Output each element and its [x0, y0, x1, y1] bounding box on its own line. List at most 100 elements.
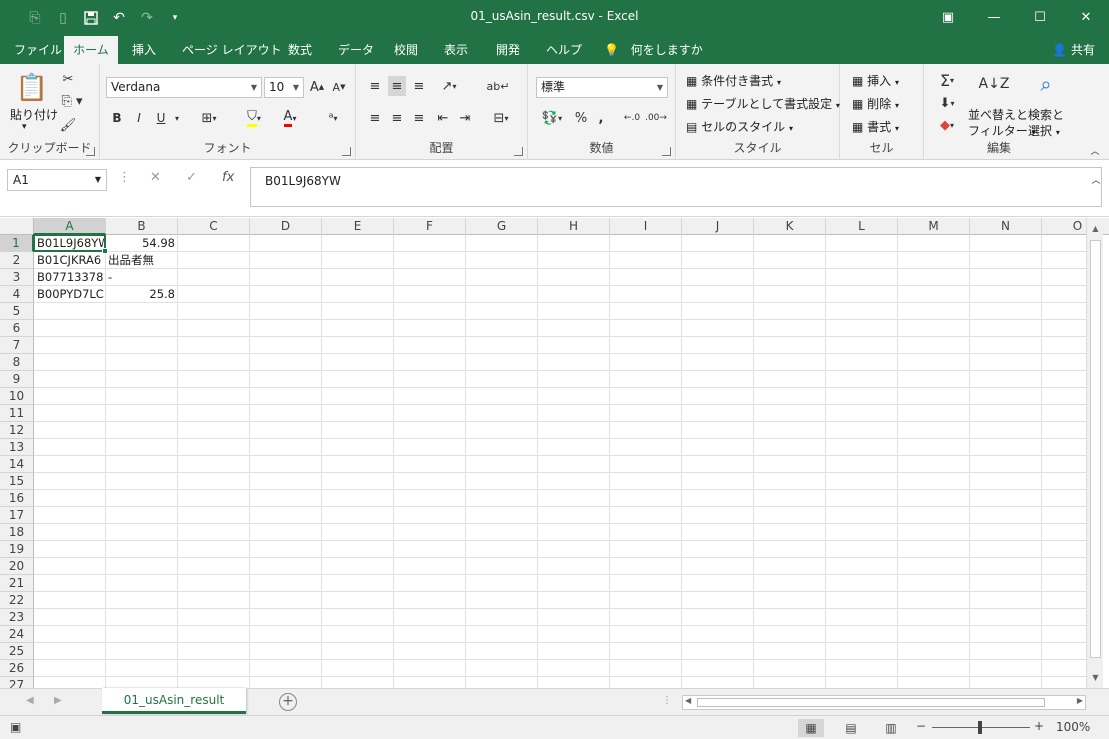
column-header-b[interactable]: B [106, 218, 178, 235]
maximize-icon[interactable]: ☐ [1017, 0, 1063, 34]
increase-indent-icon[interactable]: ⇥ [456, 108, 474, 128]
cell-b3[interactable]: - [106, 269, 177, 286]
column-header-n[interactable]: N [970, 218, 1042, 235]
column-header-l[interactable]: L [826, 218, 898, 235]
column-header-k[interactable]: K [754, 218, 826, 235]
format-painter-icon[interactable]: 🖌 [58, 116, 78, 134]
column-header-j[interactable]: J [682, 218, 754, 235]
currency-icon[interactable]: 💱 ▾ [536, 108, 568, 128]
row-header-27[interactable]: 27 [0, 677, 34, 688]
font-name-combo[interactable]: Verdana ▼ [106, 77, 262, 98]
cancel-icon[interactable]: ✕ [150, 170, 161, 185]
select-all-corner[interactable] [0, 218, 34, 235]
name-box[interactable]: A1 ▼ [7, 169, 107, 191]
enter-icon[interactable]: ✓ [186, 170, 197, 185]
scroll-thumb[interactable] [1090, 240, 1101, 658]
format-cells-button[interactable]: ▦ 書式 ▾ [852, 118, 899, 135]
horizontal-scrollbar[interactable]: ◀ ▶ [682, 695, 1086, 710]
paste-icon[interactable]: 📋 [14, 70, 50, 106]
share-button[interactable]: 👤 共有 [1052, 36, 1095, 64]
cell-styles-button[interactable]: ▤ セルのスタイル ▾ [686, 118, 793, 135]
row-header-8[interactable]: 8 [0, 354, 34, 371]
expand-formula-icon[interactable]: ︿ [1090, 173, 1102, 186]
cell-a3[interactable]: B07713378 [35, 269, 106, 286]
collapse-ribbon-icon[interactable]: ︿ [1088, 144, 1102, 157]
number-launcher-icon[interactable] [662, 147, 671, 156]
column-header-m[interactable]: M [898, 218, 970, 235]
cell-b1[interactable]: 54.98 [106, 235, 177, 252]
align-right-icon[interactable]: ≡ [410, 108, 428, 128]
scroll-down-icon[interactable]: ▼ [1087, 669, 1104, 686]
font-launcher-icon[interactable] [342, 147, 351, 156]
borders-icon[interactable]: ⊞ ▾ [194, 108, 224, 128]
row-header-11[interactable]: 11 [0, 405, 34, 422]
formula-input[interactable]: B01L9J68YW [250, 167, 1102, 207]
hscroll-thumb[interactable] [697, 698, 1045, 707]
increase-font-icon[interactable]: A ▲ [308, 77, 326, 97]
column-header-a[interactable]: A [34, 218, 106, 235]
paste-button[interactable]: 貼り付け [10, 106, 58, 123]
row-header-1[interactable]: 1 [0, 235, 34, 252]
delete-cells-button[interactable]: ▦ 削除 ▾ [852, 95, 899, 112]
row-header-6[interactable]: 6 [0, 320, 34, 337]
sort-filter-icon[interactable]: A↓Z [978, 70, 1010, 98]
decrease-font-icon[interactable]: A ▼ [330, 77, 348, 97]
align-top-icon[interactable]: ≡ [366, 76, 384, 96]
next-sheet-icon[interactable]: ▶ [54, 695, 62, 706]
row-header-7[interactable]: 7 [0, 337, 34, 354]
ribbon-display-icon[interactable]: ▣ [925, 0, 971, 34]
row-header-14[interactable]: 14 [0, 456, 34, 473]
scroll-up-icon[interactable]: ▲ [1087, 220, 1104, 237]
column-header-f[interactable]: F [394, 218, 466, 235]
column-header-g[interactable]: G [466, 218, 538, 235]
find-select-button[interactable]: 検索と [1028, 106, 1064, 123]
copy-icon[interactable]: ⎘ ▾ [58, 92, 86, 110]
scroll-right-icon[interactable]: ▶ [1077, 696, 1083, 705]
align-left-icon[interactable]: ≡ [366, 108, 384, 128]
conditional-formatting-button[interactable]: ▦ 条件付き書式 ▾ [686, 72, 781, 89]
tab-view[interactable]: 表示 [438, 36, 474, 64]
macro-record-icon[interactable]: ▣ [10, 720, 21, 734]
fill-handle[interactable] [102, 248, 108, 254]
underline-dropdown-icon[interactable]: ▾ [172, 108, 182, 128]
fill-icon[interactable]: ⬇ ▾ [934, 94, 960, 112]
page-break-view-icon[interactable]: ▥ [878, 719, 904, 737]
row-header-5[interactable]: 5 [0, 303, 34, 320]
vertical-scrollbar[interactable]: ▲ ▼ [1086, 218, 1103, 688]
clear-icon[interactable]: ◆ ▾ [934, 116, 960, 134]
column-header-i[interactable]: I [610, 218, 682, 235]
row-header-16[interactable]: 16 [0, 490, 34, 507]
cell-a2[interactable]: B01CJKRA6 [35, 252, 106, 269]
merge-center-icon[interactable]: ⊟ ▾ [486, 108, 516, 128]
page-layout-view-icon[interactable]: ▤ [838, 719, 864, 737]
close-icon[interactable]: ✕ [1063, 0, 1109, 34]
insert-function-icon[interactable]: fx [222, 170, 234, 185]
column-header-h[interactable]: H [538, 218, 610, 235]
alignment-launcher-icon[interactable] [514, 147, 523, 156]
comma-style-button[interactable]: , [594, 108, 608, 128]
search-icon[interactable]: ⌕ [1032, 70, 1060, 98]
column-header-d[interactable]: D [250, 218, 322, 235]
align-bottom-icon[interactable]: ≡ [410, 76, 428, 96]
clipboard-launcher-icon[interactable] [86, 147, 95, 156]
tab-developer[interactable]: 開発 [490, 36, 526, 64]
minimize-icon[interactable]: — [971, 0, 1017, 34]
column-header-e[interactable]: E [322, 218, 394, 235]
zoom-in-button[interactable]: + [1034, 719, 1044, 733]
autosum-icon[interactable]: Σ ▾ [934, 70, 960, 90]
align-middle-icon[interactable]: ≡ [388, 76, 406, 96]
spreadsheet-grid[interactable]: A B C D E F G H I J K L M N O 1 2 3 4 5 6 7 8 9 10 11 12 13 14 15 16 17… [0, 218, 1109, 688]
underline-button[interactable]: U [152, 108, 170, 128]
row-header-25[interactable]: 25 [0, 643, 34, 660]
insert-cells-button[interactable]: ▦ 挿入 ▾ [852, 72, 899, 89]
cell-a4[interactable]: B00PYD7LC [35, 286, 106, 303]
tab-formulas[interactable]: 数式 [282, 36, 318, 64]
font-size-combo[interactable]: 10 ▼ [264, 77, 304, 98]
row-header-15[interactable]: 15 [0, 473, 34, 490]
sort-filter-button[interactable]: 並べ替えと [968, 106, 1028, 123]
tab-review[interactable]: 校閲 [388, 36, 424, 64]
cut-icon[interactable]: ✂ [58, 70, 78, 88]
wrap-text-icon[interactable]: ab↵ [487, 76, 510, 96]
orientation-icon[interactable]: ↗ ▾ [436, 76, 462, 96]
tab-page-layout[interactable]: ページ レイアウト [176, 36, 288, 64]
